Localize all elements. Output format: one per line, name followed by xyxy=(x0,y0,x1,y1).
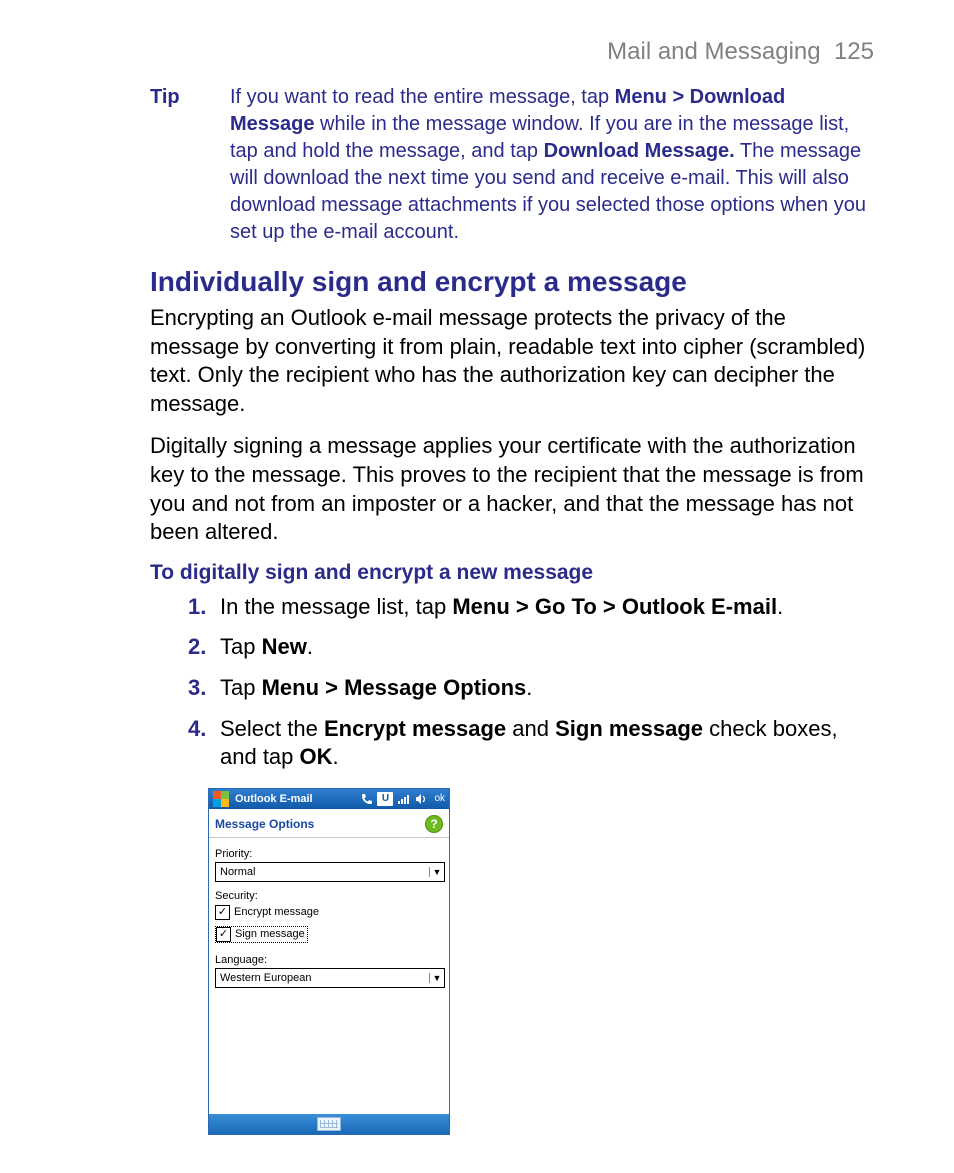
priority-label: Priority: xyxy=(215,848,443,860)
chevron-down-icon: ▼ xyxy=(429,973,444,983)
device-blank-area xyxy=(215,988,443,1108)
language-label: Language: xyxy=(215,954,443,966)
priority-select[interactable]: Normal ▼ xyxy=(215,862,445,882)
checkbox-checked-icon: ✓ xyxy=(215,905,230,920)
checkbox-checked-icon: ✓ xyxy=(216,927,231,942)
security-label: Security: xyxy=(215,890,443,902)
priority-value: Normal xyxy=(216,866,429,878)
windows-logo-icon[interactable] xyxy=(213,791,229,807)
encrypt-checkbox-row[interactable]: ✓ Encrypt message xyxy=(215,905,443,920)
tip-block: Tip If you want to read the entire messa… xyxy=(150,84,874,246)
device-subheader: Message Options ? xyxy=(209,809,449,838)
document-page: Mail and Messaging 125 Tip If you want t… xyxy=(0,0,954,1173)
u-status-icon[interactable]: U xyxy=(377,792,393,806)
paragraph-1: Encrypting an Outlook e-mail message pro… xyxy=(150,304,874,418)
step-4: 4. Select the Encrypt message and Sign m… xyxy=(220,715,874,772)
device-title: Outlook E-mail xyxy=(235,793,313,805)
message-options-label: Message Options xyxy=(215,817,314,831)
device-screenshot: Outlook E-mail U ok Message Options ? Pr… xyxy=(208,788,450,1135)
section-heading: Individually sign and encrypt a message xyxy=(150,266,874,298)
paragraph-2: Digitally signing a message applies your… xyxy=(150,432,874,546)
tip-content: If you want to read the entire message, … xyxy=(230,84,874,246)
help-icon[interactable]: ? xyxy=(425,815,443,833)
step-1: 1. In the message list, tap Menu > Go To… xyxy=(220,593,874,622)
signal-icon[interactable] xyxy=(395,792,411,806)
device-footer xyxy=(209,1114,449,1134)
header-section: Mail and Messaging xyxy=(607,38,820,65)
sign-checkbox-row[interactable]: ✓ Sign message xyxy=(215,926,308,943)
sub-heading: To digitally sign and encrypt a new mess… xyxy=(150,561,874,585)
device-body: Priority: Normal ▼ Security: ✓ Encrypt m… xyxy=(209,838,449,1114)
sign-label: Sign message xyxy=(235,928,305,940)
phone-icon[interactable] xyxy=(359,792,375,806)
step-3: 3. Tap Menu > Message Options. xyxy=(220,674,874,703)
step-2: 2. Tap New. xyxy=(220,633,874,662)
language-select[interactable]: Western European ▼ xyxy=(215,968,445,988)
encrypt-label: Encrypt message xyxy=(234,906,319,918)
page-number: 125 xyxy=(834,38,874,65)
language-value: Western European xyxy=(216,972,429,984)
speaker-icon[interactable] xyxy=(413,792,429,806)
tip-label: Tip xyxy=(150,84,230,246)
steps-list: 1. In the message list, tap Menu > Go To… xyxy=(150,593,874,772)
keyboard-icon[interactable] xyxy=(317,1117,341,1131)
device-titlebar: Outlook E-mail U ok xyxy=(209,789,449,809)
ok-button[interactable]: ok xyxy=(434,793,445,804)
page-header: Mail and Messaging 125 xyxy=(150,38,874,66)
chevron-down-icon: ▼ xyxy=(429,867,444,877)
